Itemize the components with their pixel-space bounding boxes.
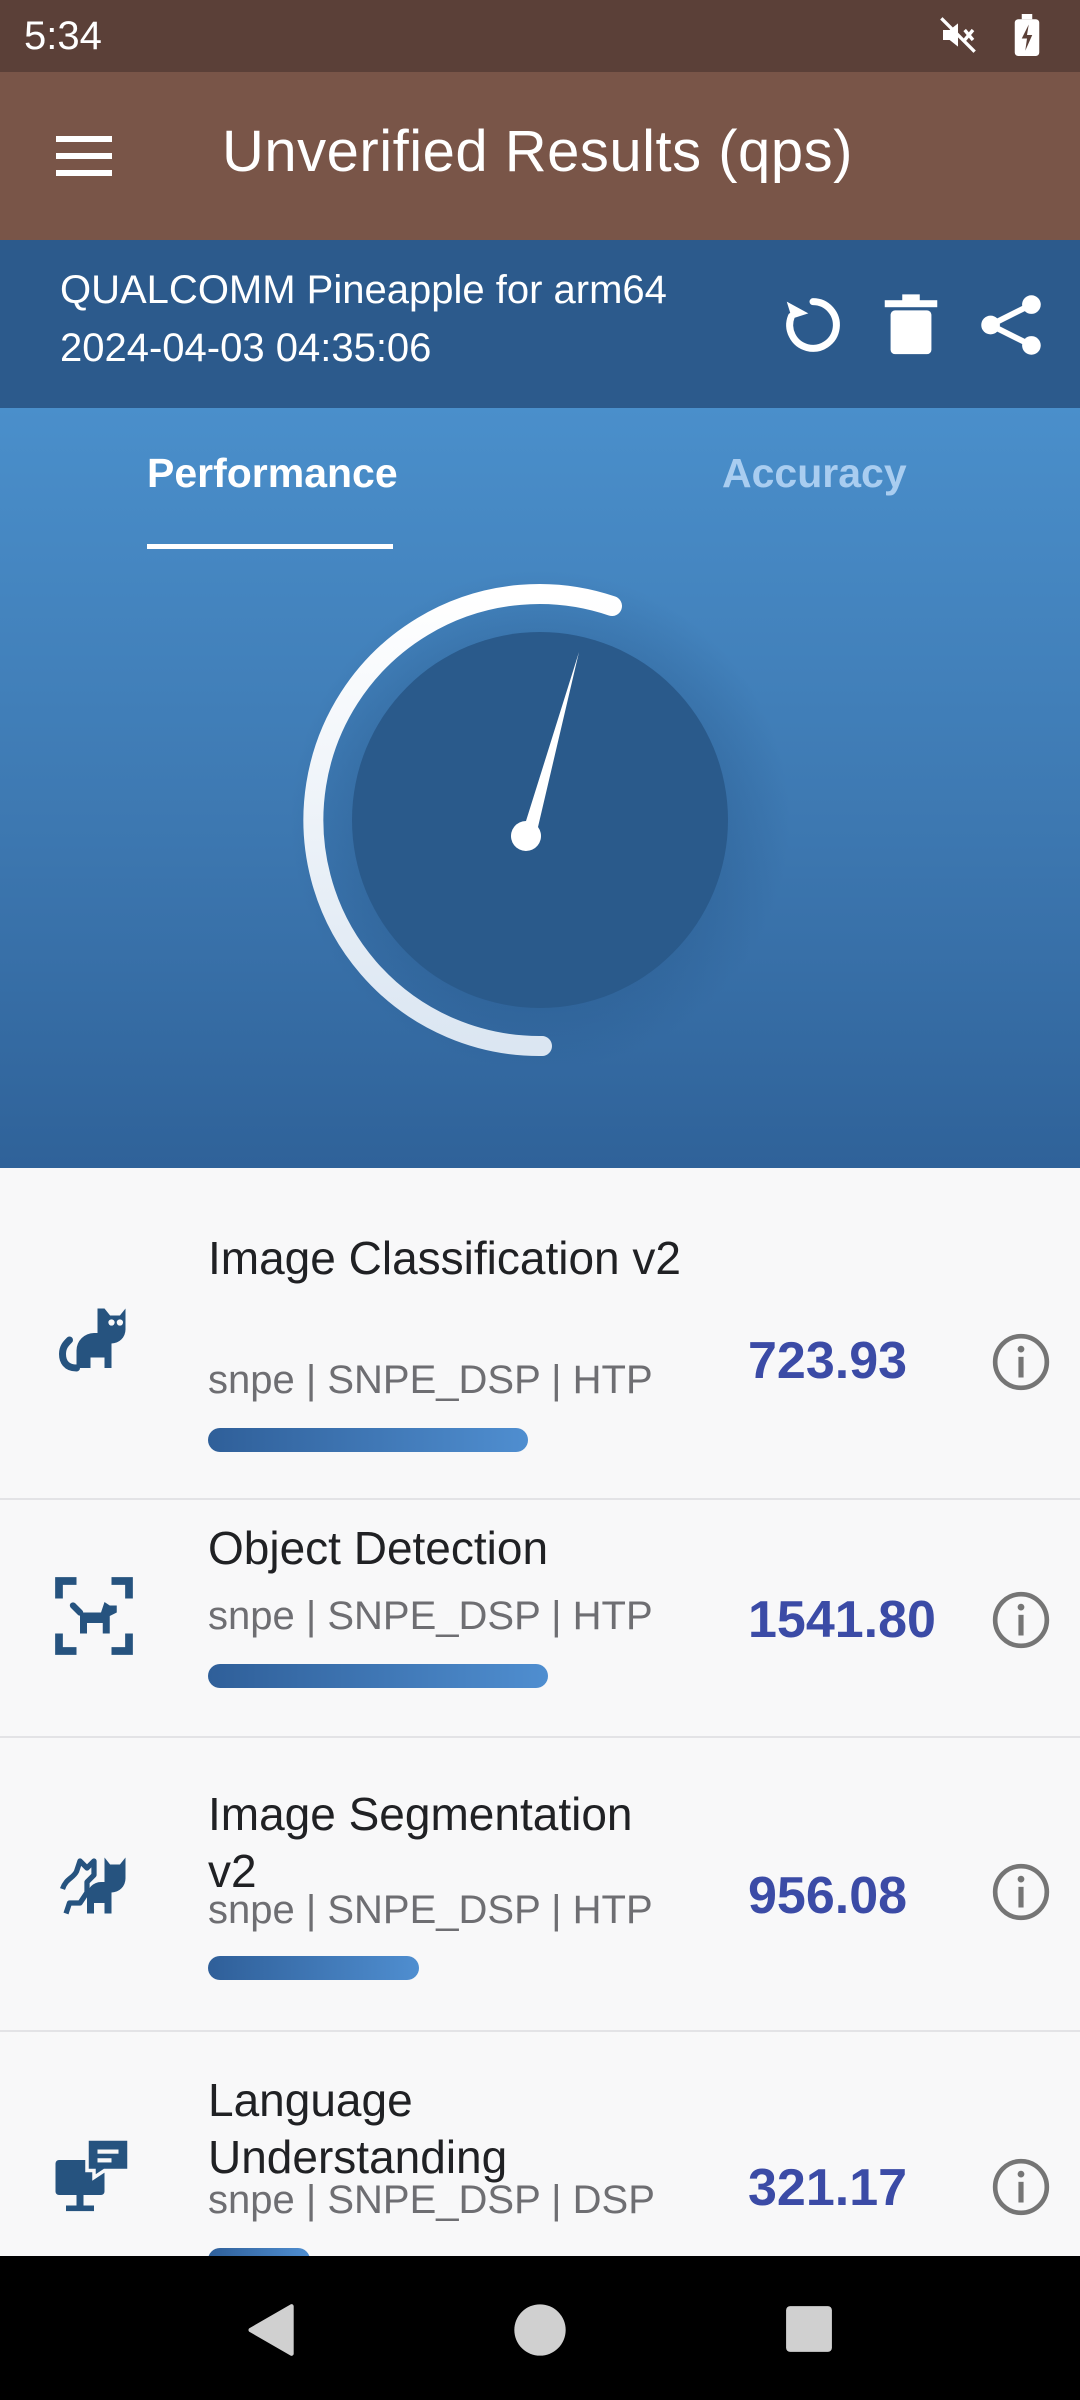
- home-icon[interactable]: [512, 2302, 568, 2358]
- benchmark-backend: snpe | SNPE_DSP | HTP: [208, 1888, 653, 1932]
- benchmark-name: Object Detection: [208, 1522, 549, 1574]
- recents-icon[interactable]: [784, 2304, 834, 2354]
- score-value: 956.08: [748, 1867, 908, 1925]
- status-time: 5:34: [24, 14, 102, 58]
- mute-icon: [940, 17, 976, 53]
- benchmark-name: Image Classification v2: [208, 1232, 681, 1284]
- score-bar: [208, 1428, 528, 1452]
- app-bar: Unverified Results (qps): [0, 72, 1080, 240]
- results-list: Image Classification v2 snpe | SNPE_DSP …: [0, 1168, 1080, 2256]
- score-value: 321.17: [748, 2159, 908, 2217]
- segmentation-icon: [60, 1857, 126, 1915]
- benchmark-name: Language Understanding: [208, 2074, 508, 2183]
- list-item[interactable]: Image Classification v2 snpe | SNPE_DSP …: [0, 1168, 1080, 1500]
- info-icon[interactable]: [990, 1861, 1052, 1923]
- rerun-icon[interactable]: [778, 290, 848, 360]
- info-icon[interactable]: [990, 1589, 1052, 1651]
- computer-chat-icon: [55, 2137, 131, 2212]
- score-value: 723.93: [748, 1332, 908, 1390]
- score-bar: [208, 2248, 310, 2256]
- info-icon[interactable]: [990, 2156, 1052, 2218]
- result-datetime: 2024-04-03 04:35:06: [60, 326, 432, 370]
- device-header: QUALCOMM Pineapple for arm64 2024-04-03 …: [0, 240, 1080, 408]
- performance-hero: Performance Accuracy: [0, 408, 1080, 1168]
- back-icon[interactable]: [244, 2302, 296, 2358]
- list-item[interactable]: Image Segmentation v2 snpe | SNPE_DSP | …: [0, 1738, 1080, 2032]
- battery-charging-icon: [1014, 14, 1040, 56]
- status-bar: 5:34: [0, 0, 1080, 72]
- benchmark-backend: snpe | SNPE_DSP | DSP: [208, 2178, 655, 2222]
- device-name: QUALCOMM Pineapple for arm64: [60, 268, 667, 312]
- tab-performance[interactable]: Performance: [147, 450, 398, 497]
- tab-indicator: [147, 544, 393, 549]
- benchmark-backend: snpe | SNPE_DSP | HTP: [208, 1594, 653, 1638]
- dog-detect-icon: [55, 1577, 133, 1655]
- share-icon[interactable]: [976, 290, 1046, 360]
- page-title: Unverified Results (qps): [222, 119, 853, 184]
- score-bar: [208, 1956, 419, 1980]
- info-icon[interactable]: [990, 1331, 1052, 1393]
- benchmark-name: Image Segmentation v2: [208, 1788, 633, 1897]
- score-bar: [208, 1664, 548, 1688]
- score-value: 1541.80: [748, 1591, 936, 1649]
- status-icons: [938, 14, 1040, 56]
- delete-icon[interactable]: [876, 290, 946, 360]
- list-item[interactable]: Language Understanding snpe | SNPE_DSP |…: [0, 2032, 1080, 2256]
- list-item[interactable]: Object Detection snpe | SNPE_DSP | HTP 1…: [0, 1500, 1080, 1738]
- system-nav-bar: [0, 2256, 1080, 2400]
- tab-accuracy[interactable]: Accuracy: [722, 450, 907, 497]
- benchmark-backend: snpe | SNPE_DSP | HTP: [208, 1358, 653, 1402]
- hamburger-menu-icon[interactable]: [54, 130, 114, 182]
- speedometer-gauge-icon: [290, 570, 790, 1070]
- cat-icon: [58, 1308, 126, 1372]
